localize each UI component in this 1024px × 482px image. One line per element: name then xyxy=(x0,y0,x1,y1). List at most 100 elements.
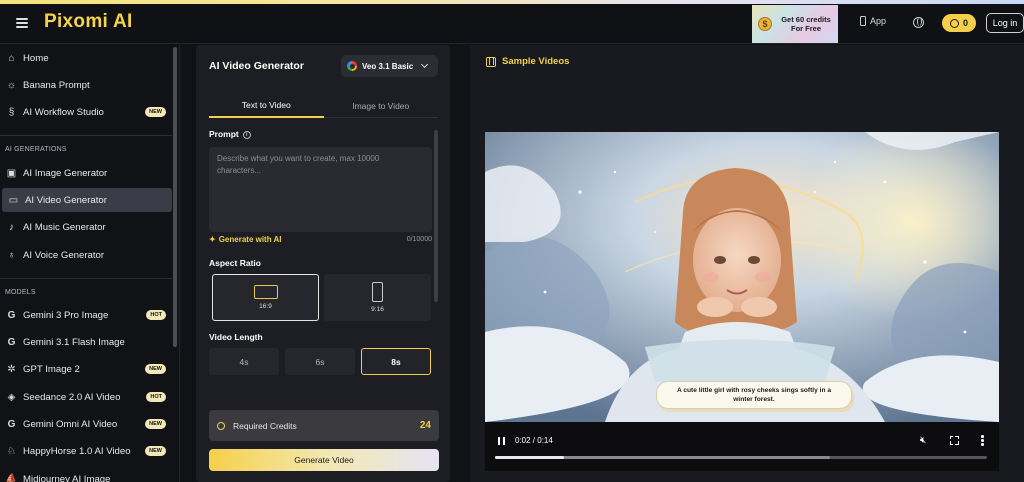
model-select[interactable]: Veo 3.1 Basic xyxy=(341,55,438,77)
length-4s-option[interactable]: 4s xyxy=(209,348,279,375)
sparkle-icon: ✦ xyxy=(209,235,216,244)
sample-videos-header: Sample Videos xyxy=(486,56,569,67)
generate-with-ai-label: Generate with AI xyxy=(218,235,282,244)
sidebar-item-label: AI Image Generator xyxy=(23,167,108,179)
credit-coin-icon xyxy=(949,18,959,28)
landscape-ratio-icon xyxy=(253,285,278,299)
new-badge: NEW xyxy=(145,364,166,374)
sample-video[interactable]: A cute little girl with rosy cheeks sing… xyxy=(485,132,999,422)
sidebar-item-label: Banana Prompt xyxy=(23,79,90,91)
new-badge: NEW xyxy=(145,446,166,456)
sidebar-item-happyhorse[interactable]: ♘ HappyHorse 1.0 AI Video NEW xyxy=(0,439,172,463)
sidebar-item-label: AI Voice Generator xyxy=(23,249,105,261)
sidebar-item-label: Gemini 3.1 Flash Image xyxy=(23,336,125,348)
app-label: App xyxy=(870,16,887,26)
section-header-models: MODELS xyxy=(5,289,36,296)
model-name: Veo 3.1 Basic xyxy=(362,61,414,71)
length-8s-option[interactable]: 8s xyxy=(361,348,431,375)
horse-icon: ♘ xyxy=(7,445,16,457)
tab-image-to-video[interactable]: Image to Video xyxy=(323,94,438,118)
sidebar-item-label: AI Video Generator xyxy=(25,194,107,206)
video-progress-bar[interactable] xyxy=(495,456,987,459)
sidebar-item-gemini-3-pro-image[interactable]: G Gemini 3 Pro Image HOT xyxy=(0,303,172,327)
sidebar-item-label: Midjourney AI Image xyxy=(23,473,111,482)
sidebar-item-label: AI Music Generator xyxy=(23,221,106,233)
sample-videos-panel: Sample Videos A cute little girl with ro… xyxy=(470,45,1024,482)
sidebar-item-home[interactable]: ⌂ Home xyxy=(0,46,172,70)
phone-icon xyxy=(860,16,866,26)
prompt-input[interactable] xyxy=(217,153,424,226)
length-6s-option[interactable]: 6s xyxy=(285,348,355,375)
sidebar-scrollbar[interactable] xyxy=(173,47,177,347)
sidebar-item-voice-generator[interactable]: ♁ AI Voice Generator xyxy=(0,243,172,267)
google-icon: G xyxy=(7,418,16,430)
sidebar-item-music-generator[interactable]: ♪ AI Music Generator xyxy=(0,215,172,239)
sidebar-item-label: Gemini Omni AI Video xyxy=(23,418,118,430)
aspect-option-label: 9:16 xyxy=(371,306,384,313)
sidebar-item-label: GPT Image 2 xyxy=(23,363,80,375)
sidebar-item-video-generator[interactable]: ▭ AI Video Generator xyxy=(2,188,172,212)
video-icon: ▭ xyxy=(8,194,19,206)
menu-icon[interactable] xyxy=(16,18,28,28)
sidebar-item-gpt-image-2[interactable]: ✲ GPT Image 2 NEW xyxy=(0,357,172,381)
sample-videos-title: Sample Videos xyxy=(502,56,570,67)
generate-video-button[interactable]: Generate Video xyxy=(209,449,439,471)
sidebar-item-banana-prompt[interactable]: ☼ Banana Prompt xyxy=(0,73,172,97)
mute-icon[interactable]: 🔇︎ xyxy=(920,435,926,446)
aspect-16-9-option[interactable]: 16:9 xyxy=(212,274,319,321)
app-link[interactable]: App xyxy=(860,16,886,26)
sidebar-item-gemini-omni[interactable]: G Gemini Omni AI Video NEW xyxy=(0,412,172,436)
sidebar-item-label: AI Workflow Studio xyxy=(23,106,104,118)
seedance-icon: ◈ xyxy=(7,391,16,403)
generator-title: AI Video Generator xyxy=(209,60,304,72)
sidebar-item-image-generator[interactable]: ▣ AI Image Generator xyxy=(0,161,172,185)
mic-icon: ♁ xyxy=(7,249,16,261)
promo-text: Get 60 credits For Free xyxy=(781,15,831,33)
film-icon xyxy=(486,56,496,67)
char-count: 0/10000 xyxy=(406,236,432,243)
new-badge: NEW xyxy=(145,107,166,117)
prompt-label-row: Prompt i xyxy=(209,129,251,139)
promo-banner[interactable]: $ Get 60 credits For Free xyxy=(752,5,838,43)
openai-icon: ✲ xyxy=(7,363,16,375)
top-header: Pixomi AI $ Get 60 credits For Free App … xyxy=(0,4,1024,44)
sidebar-item-label: Home xyxy=(23,52,49,64)
login-button[interactable]: Log in xyxy=(986,13,1024,33)
aspect-9-16-option[interactable]: 9:16 xyxy=(324,274,431,321)
new-badge: NEW xyxy=(145,419,166,429)
aspect-ratio-label: Aspect Ratio xyxy=(209,258,261,268)
google-icon: G xyxy=(7,336,16,348)
sidebar-item-workflow-studio[interactable]: § AI Workflow Studio NEW xyxy=(0,100,172,124)
home-icon: ⌂ xyxy=(8,52,15,64)
video-frame-image xyxy=(485,132,999,422)
tab-text-to-video[interactable]: Text to Video xyxy=(209,94,324,118)
video-caption: A cute little girl with rosy cheeks sing… xyxy=(656,381,852,409)
sidebar-item-gemini-31-flash-image[interactable]: G Gemini 3.1 Flash Image xyxy=(0,330,172,354)
logo[interactable]: Pixomi AI xyxy=(44,11,133,33)
credits-pill[interactable]: 0 xyxy=(942,14,976,32)
chevron-down-icon xyxy=(421,60,429,69)
progress-fill xyxy=(495,456,564,459)
globe-icon[interactable] xyxy=(913,17,924,28)
google-icon: G xyxy=(7,309,16,321)
credit-coin-icon xyxy=(217,421,225,430)
sidebar-divider xyxy=(0,135,172,136)
more-options-icon[interactable] xyxy=(981,435,984,447)
generate-with-ai-button[interactable]: ✦ Generate with AI xyxy=(209,235,282,244)
panel-scrollbar[interactable] xyxy=(434,130,438,302)
pause-icon[interactable] xyxy=(498,437,505,445)
sidebar-item-label: HappyHorse 1.0 AI Video xyxy=(23,445,131,457)
fullscreen-icon[interactable] xyxy=(949,435,959,445)
sidebar-item-midjourney[interactable]: ⛵ Midjourney AI Image xyxy=(0,467,172,482)
image-icon: ▣ xyxy=(6,167,17,179)
sidebar-item-label: Gemini 3 Pro Image xyxy=(23,309,109,321)
sidebar: ⌂ Home ☼ Banana Prompt § AI Workflow Stu… xyxy=(0,45,180,482)
coin-icon: $ xyxy=(758,17,772,31)
sidebar-item-label: Seedance 2.0 AI Video xyxy=(23,391,121,403)
aspect-option-label: 16:9 xyxy=(259,303,272,310)
info-icon[interactable]: i xyxy=(242,130,251,139)
prompt-label: Prompt xyxy=(209,129,239,139)
sidebar-item-seedance[interactable]: ◈ Seedance 2.0 AI Video HOT xyxy=(0,385,172,409)
required-credits-box: Required Credits 24 xyxy=(209,410,439,441)
prompt-field[interactable] xyxy=(209,147,432,232)
